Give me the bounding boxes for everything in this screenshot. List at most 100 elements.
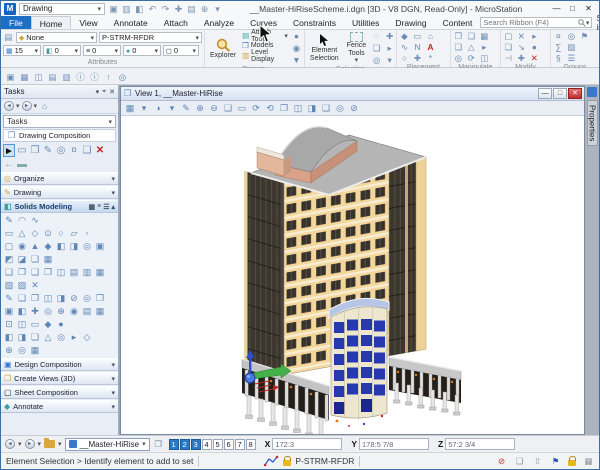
groups-tool-icon[interactable]: ▨	[566, 42, 577, 53]
quick-access-icon[interactable]: ⊕	[199, 3, 210, 14]
view-tool-icon[interactable]: ◨	[306, 103, 318, 114]
composition-tool-icon[interactable]: ►	[3, 144, 15, 157]
primary-extra-icon[interactable]: ▼	[291, 55, 302, 66]
solids-tool-icon[interactable]: ▦	[42, 253, 54, 265]
panel-view-icon[interactable]: ☰	[103, 203, 109, 211]
view-tool-icon[interactable]: ✎	[180, 103, 192, 114]
view-tool-icon[interactable]: ⊘	[348, 103, 360, 114]
composition-tool-icon[interactable]: ❏	[81, 144, 93, 157]
groups-tool-icon[interactable]: ☰	[566, 53, 577, 64]
solids-tool-icon[interactable]: ◆	[42, 318, 54, 330]
line-style-combo[interactable]: ≡0 ▾	[83, 45, 121, 56]
forward-button[interactable]: ▸	[25, 439, 35, 449]
view-tool-icon[interactable]: ❐	[278, 103, 290, 114]
solids-tool-icon[interactable]: ▭	[29, 318, 41, 330]
solids-tool-icon[interactable]: ◦	[81, 227, 93, 239]
view-tool-icon[interactable]: ▾	[166, 103, 178, 114]
solids-tool-icon[interactable]: ✕	[29, 279, 41, 291]
groups-tool-icon[interactable]: ¤	[553, 31, 564, 42]
view-toggle-2[interactable]: 2	[180, 439, 190, 450]
line-weight-combo[interactable]: ▦15 ▾	[3, 45, 41, 56]
modify-tool-icon[interactable]: ▢	[503, 31, 514, 42]
manipulate-tool-icon[interactable]: △	[466, 42, 477, 53]
solids-tool-icon[interactable]: △	[42, 331, 54, 343]
snap-mode-icon[interactable]	[264, 455, 279, 467]
groups-tool-icon[interactable]: §	[553, 53, 564, 64]
forward-button[interactable]: ▸	[22, 101, 32, 111]
solids-tool-icon[interactable]: ◠	[16, 214, 28, 226]
modify-tool-icon[interactable]: ⊣	[503, 53, 514, 64]
lock-status-icon[interactable]	[568, 460, 576, 466]
solids-tool-icon[interactable]: ⊕	[3, 344, 15, 356]
solids-tool-icon[interactable]: ▲	[29, 240, 41, 252]
solids-tool-icon[interactable]: ▥	[81, 266, 93, 278]
solids-tool-icon[interactable]: ◉	[16, 240, 28, 252]
tab-annotate[interactable]: Annotate	[106, 16, 156, 29]
view-tool-icon[interactable]: ⟲	[264, 103, 276, 114]
view-tool-icon[interactable]: ▭	[236, 103, 248, 114]
placement-tool-icon[interactable]: ○	[399, 53, 410, 64]
selection-extra-icon[interactable]: ✚	[384, 31, 395, 42]
selection-extra-icon[interactable]: ◌	[371, 31, 382, 42]
workflow-select[interactable]: Drawing ▾	[19, 3, 105, 15]
tab-home[interactable]: Home	[31, 16, 72, 29]
groups-tool-icon[interactable]: ◎	[566, 31, 577, 42]
view-tool-icon[interactable]: ◎	[334, 103, 346, 114]
composition-tool-icon[interactable]: ✎	[42, 144, 54, 157]
solids-tool-icon[interactable]: ▤	[81, 305, 93, 317]
solids-tool-icon[interactable]: ✚	[29, 305, 41, 317]
tab-analyze[interactable]: Analyze	[196, 16, 242, 29]
do-not-disturb-icon[interactable]: ⊘	[496, 456, 507, 467]
selection-extra-icon[interactable]: ◎	[371, 55, 382, 66]
modify-tool-icon[interactable]: ❏	[503, 42, 514, 53]
solids-tool-icon[interactable]: ▧	[3, 279, 15, 291]
section-sheet-composition[interactable]: ▢ Sheet Composition ▾	[1, 386, 118, 399]
app-icon[interactable]: M	[4, 3, 16, 15]
chevron-up-icon[interactable]: ▴	[111, 203, 115, 211]
secondary-toolbar-icon[interactable]: ⓘ	[89, 71, 100, 82]
view-tool-icon[interactable]: ▦	[124, 103, 136, 114]
section-create-views[interactable]: ❐ Create Views (3D) ▾	[1, 372, 118, 385]
drawing-composition-item[interactable]: ❐ Drawing Composition	[3, 129, 116, 142]
chevron-down-icon[interactable]: ▾	[18, 440, 22, 448]
solids-tool-icon[interactable]: ◨	[68, 240, 80, 252]
back-button[interactable]: ◂	[5, 439, 15, 449]
quick-access-icon[interactable]: ▣	[108, 3, 119, 14]
tab-curves[interactable]: Curves	[242, 16, 285, 29]
solids-tool-icon[interactable]: ❏	[29, 331, 41, 343]
placement-tool-icon[interactable]: *	[425, 53, 436, 64]
quick-access-icon[interactable]: ▥	[121, 3, 132, 14]
fence-tools-button[interactable]: Fence Tools ▾	[344, 31, 369, 66]
chevron-down-icon[interactable]: ▾	[38, 440, 42, 448]
quick-access-icon[interactable]: ▤	[186, 3, 197, 14]
placement-tool-icon[interactable]: ∿	[399, 42, 410, 53]
properties-tab[interactable]: Properties	[587, 100, 598, 146]
view-title-bar[interactable]: ❐ View 1, __Master-HiRise — □ ✕	[121, 87, 584, 101]
composition-tool-icon[interactable]: ◎	[55, 144, 67, 157]
y-coordinate-field[interactable]	[359, 438, 429, 450]
solids-tool-icon[interactable]: ▱	[68, 227, 80, 239]
solids-tool-icon[interactable]: ◎	[16, 344, 28, 356]
solids-tool-icon[interactable]: ∿	[29, 214, 41, 226]
pin-icon[interactable]: ⌖	[102, 88, 106, 96]
secondary-toolbar-icon[interactable]: ▤	[47, 71, 58, 82]
solids-tool-icon[interactable]: ◨	[16, 331, 28, 343]
solids-tool-icon[interactable]: ❏	[29, 253, 41, 265]
solids-tool-icon[interactable]: ⊕	[55, 305, 67, 317]
view-toggle-7[interactable]: 7	[235, 439, 245, 450]
solids-tool-icon[interactable]: ▣	[3, 305, 15, 317]
solids-tool-icon[interactable]: ▤	[68, 266, 80, 278]
solids-tool-icon[interactable]: ▨	[16, 279, 28, 291]
tasks-home-icon[interactable]: ⌂	[39, 101, 50, 112]
solids-tool-icon[interactable]: ▭	[3, 227, 15, 239]
solids-tool-icon[interactable]: ◫	[16, 318, 28, 330]
solids-tool-icon[interactable]: ▦	[94, 266, 106, 278]
chevron-down-icon[interactable]: ▾	[16, 102, 20, 110]
element-selection-button[interactable]: Element Selection	[307, 31, 342, 66]
composition-tool-icon[interactable]: ←	[3, 160, 15, 170]
view-group-manager-icon[interactable]: ❐	[153, 439, 164, 450]
section-drawing[interactable]: ✎ Drawing ▾	[1, 186, 118, 199]
chevron-down-icon[interactable]: ▾	[34, 102, 38, 110]
tab-drawing-aids[interactable]: Drawing Aids	[387, 16, 434, 29]
active-attributes-icon[interactable]: ▤	[3, 32, 14, 43]
